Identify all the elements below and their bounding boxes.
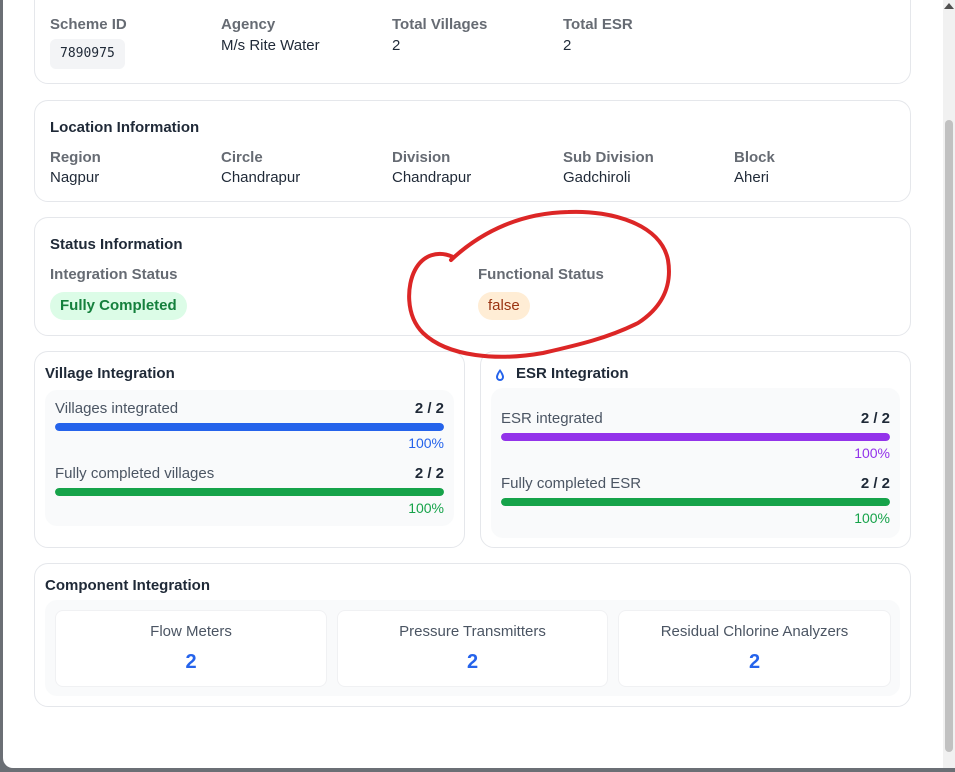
agency-value: M/s Rite Water: [221, 37, 320, 54]
functional-status-badge: false: [478, 292, 530, 320]
villages-integrated-label: Villages integrated: [55, 400, 179, 417]
scheme-id-label: Scheme ID: [50, 16, 127, 33]
scheme-id-value: 7890975: [50, 39, 125, 69]
flow-meters-label: Flow Meters: [150, 623, 232, 640]
village-integration-card: Village Integration Villages integrated …: [34, 351, 465, 548]
component-integration-panel: Flow Meters 2 Pressure Transmitters 2 Re…: [45, 600, 900, 696]
pressure-transmitters-tile: Pressure Transmitters 2: [337, 610, 608, 687]
droplet-icon: [496, 368, 504, 386]
sub-division-value: Gadchiroli: [563, 169, 631, 186]
esr-integration-panel: ESR integrated 2 / 2 100% Fully complete…: [491, 388, 900, 538]
integration-status-label: Integration Status: [50, 266, 178, 283]
pressure-transmitters-value: 2: [466, 651, 479, 673]
integration-status-badge: Fully Completed: [50, 292, 187, 320]
villages-integrated-count: 2 / 2: [414, 400, 444, 417]
block-label: Block: [734, 149, 775, 166]
fully-completed-esr-percent: 100%: [854, 510, 890, 526]
fully-completed-villages-percent: 100%: [408, 500, 444, 516]
status-info-title: Status Information: [50, 236, 183, 253]
location-info-card: Location Information Region Nagpur Circl…: [34, 100, 911, 202]
villages-integrated-percent: 100%: [408, 435, 444, 451]
esr-integration-title: ESR Integration: [516, 365, 629, 382]
component-integration-title: Component Integration: [45, 577, 210, 594]
total-villages-label: Total Villages: [392, 16, 488, 33]
esr-integrated-progress: [501, 433, 890, 441]
village-integration-title: Village Integration: [45, 365, 175, 382]
fully-completed-villages-progress: [55, 488, 444, 496]
sub-division-label: Sub Division: [563, 149, 654, 166]
scheme-summary-card: Scheme ID 7890975 Agency M/s Rite Water …: [34, 0, 911, 84]
division-label: Division: [392, 149, 451, 166]
fully-completed-villages-label: Fully completed villages: [55, 465, 215, 482]
residual-chlorine-analyzers-value: 2: [748, 651, 761, 673]
flow-meters-value: 2: [185, 651, 197, 673]
location-info-title: Location Information: [50, 119, 200, 136]
division-value: Chandrapur: [392, 169, 472, 186]
region-value: Nagpur: [50, 169, 100, 186]
total-esr-value: 2: [563, 37, 572, 54]
esr-integrated-label: ESR integrated: [501, 410, 603, 427]
villages-integrated-progress: [55, 423, 444, 431]
circle-label: Circle: [221, 149, 263, 166]
vertical-scrollbar[interactable]: [943, 0, 955, 768]
status-info-card: Status Information Integration Status Fu…: [34, 217, 911, 336]
fully-completed-esr-label: Fully completed ESR: [501, 475, 642, 492]
component-integration-card: Component Integration Flow Meters 2 Pres…: [34, 563, 911, 707]
agency-label: Agency: [221, 16, 276, 33]
block-value: Aheri: [734, 169, 770, 186]
villages-integrated-progress-fill: [55, 423, 444, 431]
total-esr-label: Total ESR: [563, 16, 633, 33]
fully-completed-esr-count: 2 / 2: [860, 475, 890, 492]
residual-chlorine-analyzers-tile: Residual Chlorine Analyzers 2: [618, 610, 891, 687]
scroll-up-arrow-icon[interactable]: [944, 3, 954, 9]
esr-integrated-progress-fill: [501, 433, 890, 441]
esr-integrated-percent: 100%: [854, 445, 890, 461]
pressure-transmitters-label: Pressure Transmitters: [399, 623, 546, 640]
scheme-details-modal: Scheme ID 7890975 Agency M/s Rite Water …: [3, 0, 955, 768]
fully-completed-esr-progress: [501, 498, 890, 506]
functional-status-label: Functional Status: [478, 266, 604, 283]
esr-integration-card: ESR Integration ESR integrated 2 / 2 100…: [480, 351, 911, 548]
circle-value: Chandrapur: [221, 169, 301, 186]
residual-chlorine-analyzers-label: Residual Chlorine Analyzers: [660, 623, 849, 640]
fully-completed-esr-progress-fill: [501, 498, 890, 506]
region-label: Region: [50, 149, 101, 166]
esr-integrated-count: 2 / 2: [860, 410, 890, 427]
flow-meters-tile: Flow Meters 2: [55, 610, 327, 687]
total-villages-value: 2: [392, 37, 401, 54]
village-integration-panel: Villages integrated 2 / 2 100% Fully com…: [45, 390, 454, 526]
fully-completed-villages-count: 2 / 2: [414, 465, 444, 482]
scrollbar-thumb[interactable]: [945, 120, 953, 752]
fully-completed-villages-progress-fill: [55, 488, 444, 496]
